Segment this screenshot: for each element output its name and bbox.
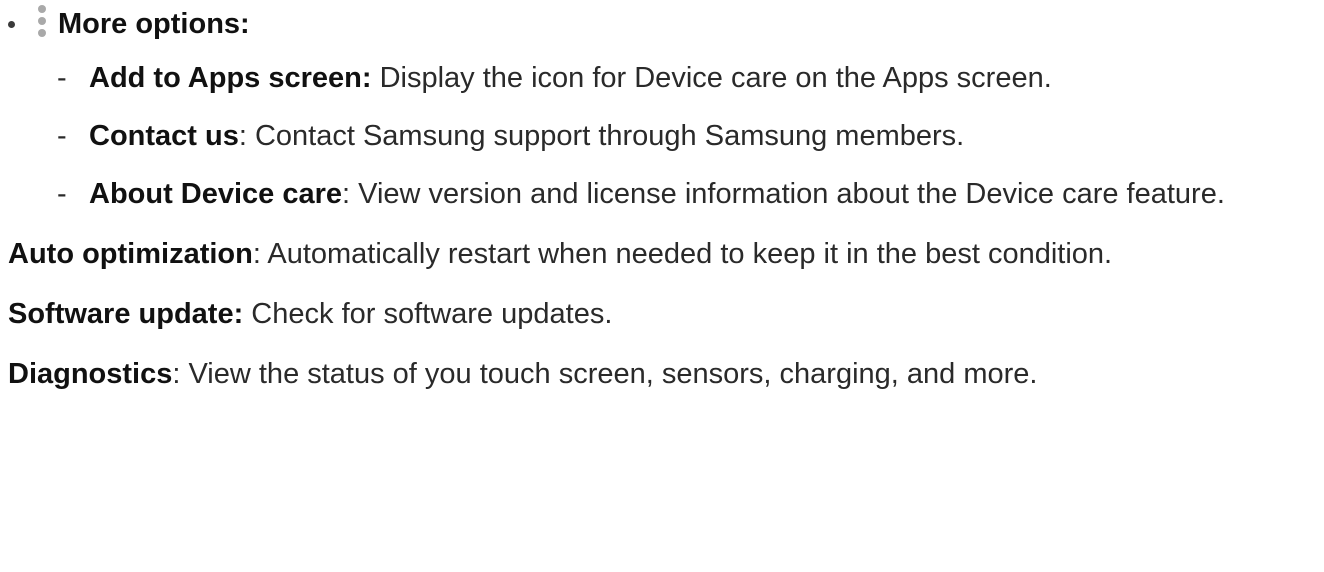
sub-item-term: About Device care [89, 178, 343, 210]
sub-item-description: Display the icon for Device care on the … [371, 62, 1052, 94]
sub-item-term: Contact us [89, 120, 239, 152]
item-description: : View the status of you touch screen, s… [172, 358, 1038, 390]
item-term: Auto optimization [8, 238, 253, 270]
dash-marker: - [57, 62, 67, 94]
item-description: Check for software updates. [243, 298, 613, 330]
bullet-dot [8, 21, 15, 28]
sub-item-term: Add to Apps screen: [89, 62, 372, 94]
document-body: More options: - Add to Apps screen: Disp… [0, 0, 1324, 414]
list-item-diagnostics: Diagnostics: View the status of you touc… [0, 354, 1324, 394]
item-term: Software update: [8, 298, 244, 330]
sub-item-about-device-care: - About Device care: View version and li… [57, 174, 1324, 214]
more-options-icon [36, 5, 48, 39]
item-description: : Automatically restart when needed to k… [252, 238, 1113, 270]
item-term: More options: [58, 8, 250, 40]
list-item-auto-optimization: Auto optimization: Automatically restart… [0, 234, 1324, 274]
sub-item-contact-us: - Contact us: Contact Samsung support th… [57, 116, 1324, 156]
dash-marker: - [57, 178, 67, 210]
sub-item-description: : Contact Samsung support through Samsun… [238, 120, 965, 152]
sub-item-description: : View version and license information a… [342, 178, 1225, 210]
list-item-more-options: More options: - Add to Apps screen: Disp… [0, 0, 1324, 214]
list-item-software-update: Software update: Check for software upda… [0, 294, 1324, 334]
dash-marker: - [57, 120, 67, 152]
item-term: Diagnostics [8, 358, 173, 390]
sub-item-add-to-apps: - Add to Apps screen: Display the icon f… [57, 58, 1324, 98]
sub-list: - Add to Apps screen: Display the icon f… [57, 58, 1324, 214]
